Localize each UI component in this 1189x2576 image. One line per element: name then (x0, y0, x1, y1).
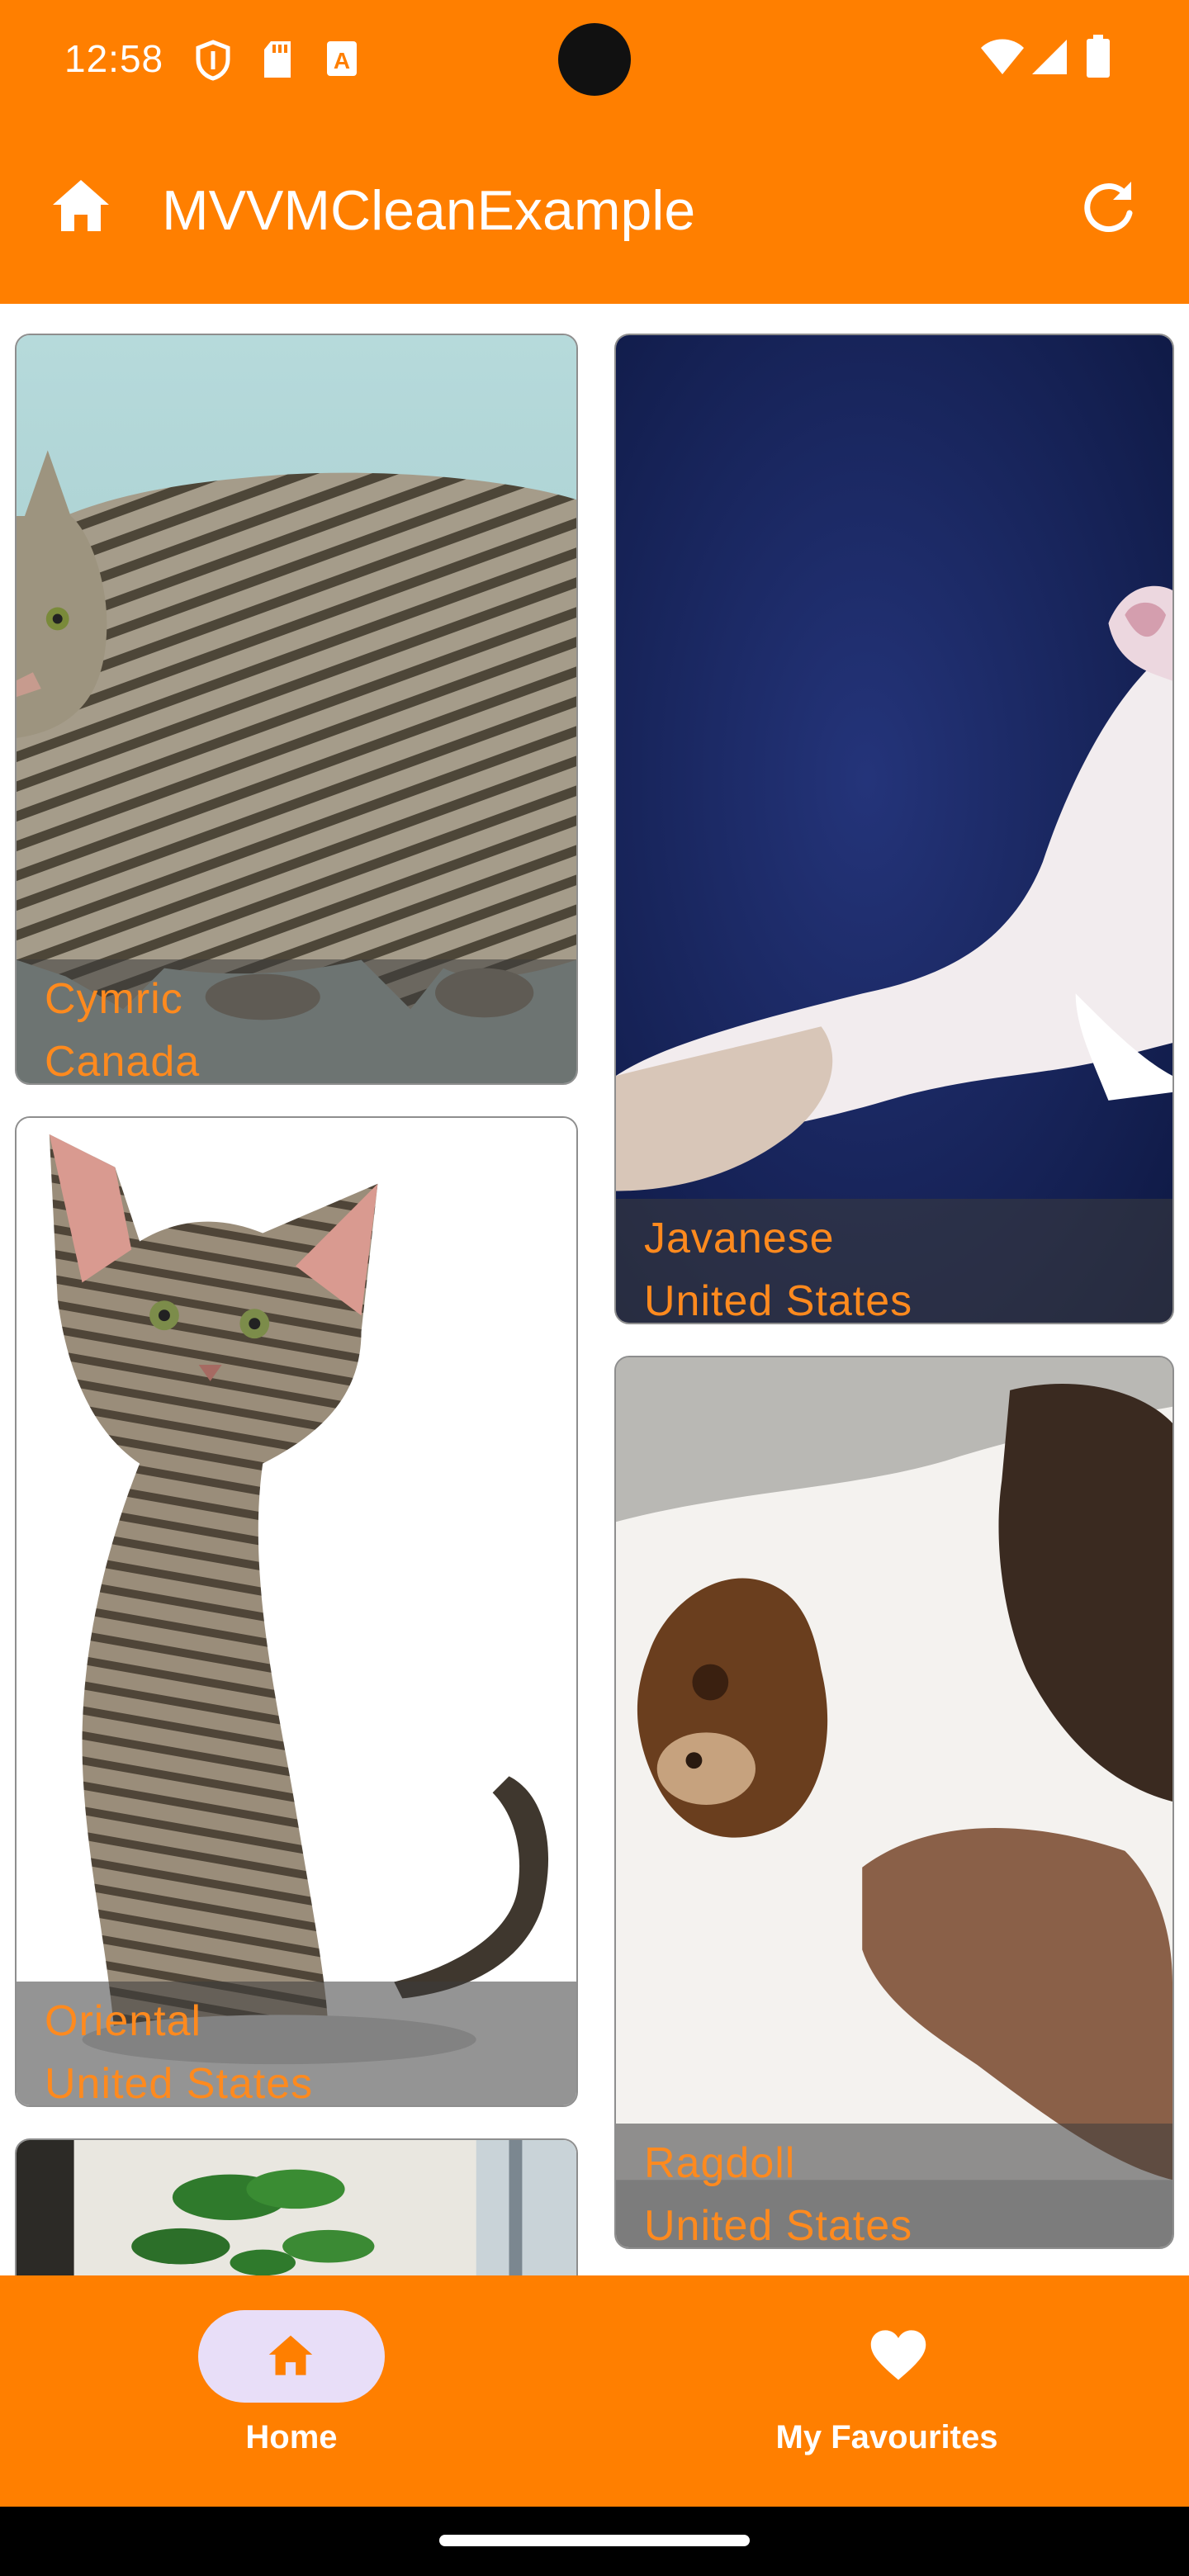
nav-label-home: Home (245, 2419, 338, 2455)
bottom-navigation-bar: Home My Favourites (0, 2275, 1189, 2507)
nav-label-favourites: My Favourites (775, 2419, 998, 2455)
cat-breed: Ragdoll (644, 2139, 796, 2187)
status-time: 12:58 (64, 37, 164, 80)
refresh-button[interactable] (1070, 168, 1149, 248)
gesture-handle[interactable] (439, 2535, 750, 2546)
wifi-icon (981, 39, 1024, 74)
refresh-icon (1084, 182, 1133, 233)
cat-breed: Cymric (45, 975, 183, 1023)
cat-photo (616, 335, 1172, 1323)
home-icon (268, 2335, 313, 2375)
top-app-bar: MVVMCleanExample (0, 119, 1189, 304)
camera-cutout (558, 23, 631, 96)
signal-icon (1032, 40, 1067, 74)
cat-card-cymric[interactable]: Cymric Canada (15, 334, 578, 1085)
home-button[interactable] (41, 168, 121, 248)
status-bar: 12:58 A (0, 0, 1189, 119)
cat-breed: Oriental (45, 1997, 202, 2045)
cat-photo (616, 1357, 1172, 2247)
cat-card-javanese[interactable]: Javanese United States (614, 334, 1174, 1324)
cat-breed: Javanese (644, 1215, 835, 1262)
shield-icon (196, 40, 230, 81)
home-icon (53, 180, 109, 231)
app-title: MVVMCleanExample (162, 179, 696, 242)
sd-card-icon (264, 41, 291, 78)
battery-icon (1087, 35, 1110, 78)
card-caption: Ragdoll United States (616, 2124, 1172, 2247)
cat-photo (17, 1118, 576, 2105)
system-gesture-area (0, 2507, 1189, 2576)
nav-item-home[interactable]: Home (0, 2275, 594, 2507)
nav-item-favourites[interactable]: My Favourites (594, 2275, 1189, 2507)
cat-origin: United States (45, 2060, 314, 2107)
card-caption: Oriental United States (17, 1982, 576, 2105)
cat-origin: United States (644, 2202, 913, 2249)
cat-origin: Canada (45, 1038, 201, 1085)
text-a-icon: A (327, 41, 357, 76)
cat-origin: United States (644, 1277, 913, 1324)
card-caption: Javanese United States (616, 1199, 1172, 1323)
heart-icon (870, 2330, 926, 2380)
cat-card-ragdoll[interactable]: Ragdoll United States (614, 1356, 1174, 2249)
card-caption: Cymric Canada (17, 959, 576, 1083)
svg-text:A: A (334, 48, 350, 73)
cat-card-oriental[interactable]: Oriental United States (15, 1116, 578, 2107)
